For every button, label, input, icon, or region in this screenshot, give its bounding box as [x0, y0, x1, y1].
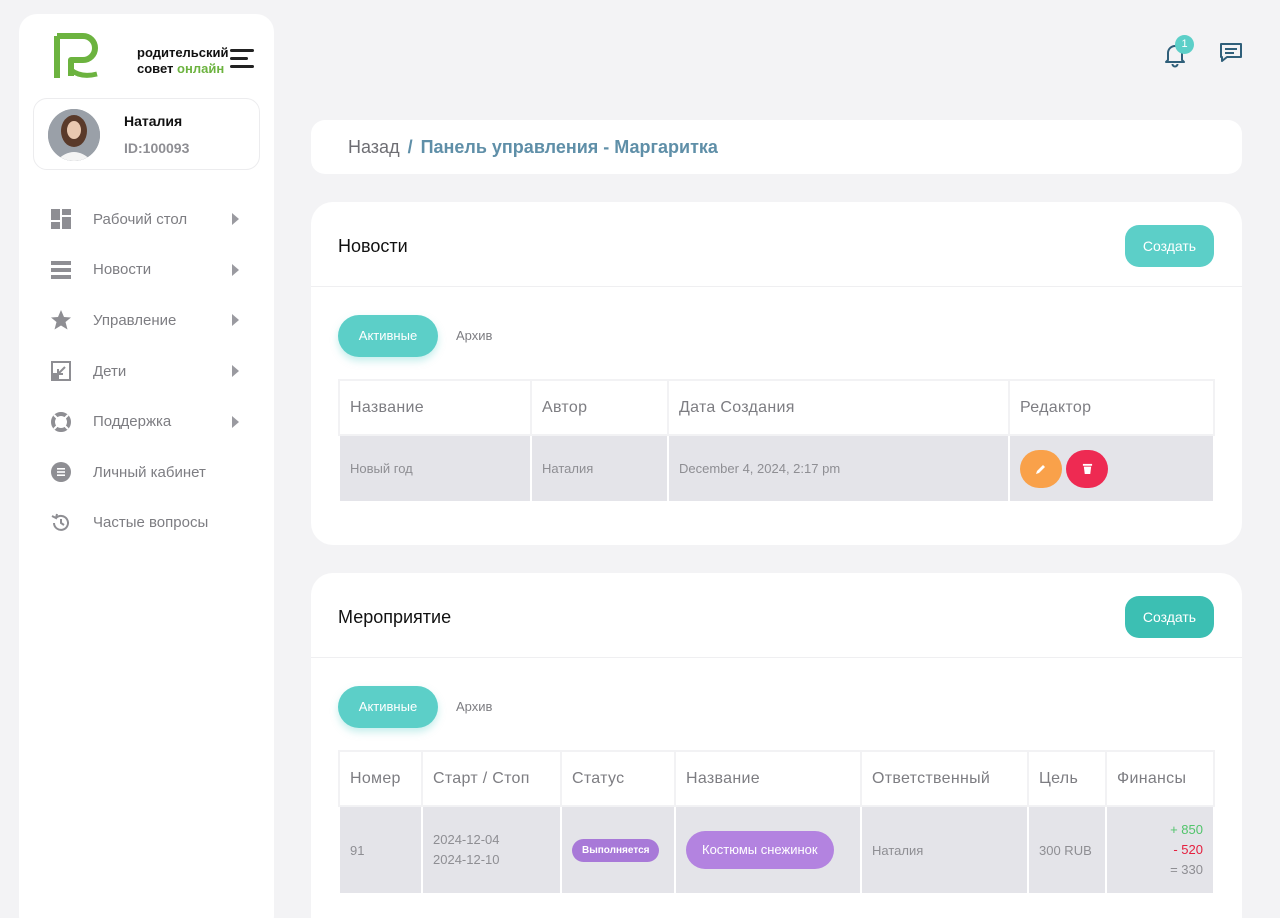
events-card: Мероприятие Создать Активные Архив Номер… — [311, 573, 1242, 918]
column-header: Старт / Стоп — [421, 750, 562, 807]
table-header-row: Название Автор Дата Создания Редактор — [338, 379, 1215, 436]
column-header: Статус — [560, 750, 676, 807]
dashboard-icon — [51, 209, 71, 230]
sidebar-item-dashboard[interactable]: Рабочий стол — [19, 194, 274, 245]
finance-expense: - 520 — [1173, 842, 1203, 857]
event-number-cell: 91 — [338, 805, 423, 895]
user-name: Наталия — [124, 113, 183, 129]
column-header: Номер — [338, 750, 423, 807]
edit-button[interactable] — [1020, 449, 1062, 488]
sidebar-item-label: Личный кабинет — [93, 463, 206, 481]
chat-icon[interactable] — [1218, 40, 1244, 66]
sidebar-item-children[interactable]: Дети — [19, 346, 274, 397]
pencil-icon — [1036, 464, 1045, 474]
trash-icon — [1082, 463, 1093, 474]
event-stop-date: 2024-12-10 — [433, 852, 500, 867]
news-card-header: Новости Создать — [311, 202, 1242, 287]
tab-active[interactable]: Активные — [338, 315, 438, 357]
event-dates-cell: 2024-12-04 2024-12-10 — [421, 805, 562, 895]
menu-toggle-icon[interactable] — [230, 49, 256, 71]
star-icon — [51, 310, 71, 330]
brand-name: родительский совет онлайн — [137, 45, 229, 76]
column-header: Автор — [530, 379, 669, 436]
column-header: Название — [674, 750, 862, 807]
column-header: Редактор — [1008, 379, 1215, 436]
user-id: ID:100093 — [124, 140, 190, 156]
sidebar-item-label: Поддержка — [93, 413, 172, 431]
news-editor-cell — [1008, 434, 1215, 503]
sidebar-item-label: Управление — [93, 311, 177, 329]
news-author-cell: Наталия — [530, 434, 669, 503]
status-badge: Выполняется — [572, 838, 660, 862]
table-row: Новый год Наталия December 4, 2024, 2:17… — [338, 434, 1215, 503]
breadcrumb-current: Панель управления - Маргаритка — [420, 136, 718, 157]
tab-active[interactable]: Активные — [338, 686, 438, 728]
breadcrumb-separator: / — [407, 136, 413, 157]
news-title: Новости — [338, 236, 408, 256]
sidebar-item-label: Дети — [93, 362, 127, 380]
column-header: Ответственный — [860, 750, 1029, 807]
news-date-cell: December 4, 2024, 2:17 pm — [667, 434, 1010, 503]
events-table: Номер Старт / Стоп Статус Название Ответ… — [338, 750, 1215, 895]
table-header-row: Номер Старт / Стоп Статус Название Ответ… — [338, 750, 1215, 807]
notification-badge: 1 — [1175, 35, 1194, 54]
back-link[interactable]: Назад — [348, 137, 400, 158]
document-icon — [51, 462, 71, 483]
sidebar-nav: Рабочий стол Новости Управление Дети Под… — [19, 194, 274, 548]
table-row: 91 2024-12-04 2024-12-10 Выполняется Кос… — [338, 805, 1215, 895]
column-header: Цель — [1027, 750, 1107, 807]
chevron-right-icon — [232, 415, 239, 428]
breadcrumb: Назад / Панель управления - Маргаритка — [311, 120, 1242, 174]
column-header: Дата Создания — [667, 379, 1010, 436]
column-header: Финансы — [1105, 750, 1215, 807]
events-card-header: Мероприятие Создать — [311, 573, 1242, 658]
sidebar-item-label: Новости — [93, 261, 152, 279]
create-event-button[interactable]: Создать — [1125, 596, 1214, 638]
user-card[interactable]: Наталия ID:100093 — [33, 98, 260, 170]
event-finance-cell: + 850 - 520 = 330 — [1105, 805, 1215, 895]
sidebar: родительский совет онлайн Наталия ID:100… — [19, 14, 274, 918]
tab-archive[interactable]: Архив — [456, 699, 492, 714]
sidebar-item-management[interactable]: Управление — [19, 295, 274, 346]
list-icon — [51, 260, 71, 279]
event-status-cell: Выполняется — [560, 805, 676, 895]
event-goal-cell: 300 RUB — [1027, 805, 1107, 895]
event-name-cell: Костюмы снежинок — [674, 805, 862, 895]
sidebar-item-news[interactable]: Новости — [19, 245, 274, 296]
sidebar-item-faq[interactable]: Частые вопросы — [19, 498, 274, 549]
finance-total: = 330 — [1170, 862, 1203, 877]
sidebar-item-label: Рабочий стол — [93, 210, 188, 228]
events-title: Мероприятие — [338, 607, 452, 627]
news-name-cell: Новый год — [338, 434, 532, 503]
tab-archive[interactable]: Архив — [456, 328, 492, 343]
avatar — [48, 109, 100, 161]
event-name-button[interactable]: Костюмы снежинок — [686, 831, 834, 869]
sidebar-item-label: Частые вопросы — [93, 514, 209, 532]
chevron-right-icon — [232, 263, 239, 276]
collapse-icon — [51, 361, 71, 382]
event-start-date: 2024-12-04 — [433, 832, 500, 847]
chevron-right-icon — [232, 314, 239, 327]
lifebuoy-icon — [51, 411, 71, 432]
news-card: Новости Создать Активные Архив Название … — [311, 202, 1242, 545]
news-table: Название Автор Дата Создания Редактор Но… — [338, 379, 1215, 503]
logo-icon[interactable] — [53, 32, 101, 80]
chevron-right-icon — [232, 365, 239, 378]
create-news-button[interactable]: Создать — [1125, 225, 1214, 267]
sidebar-item-support[interactable]: Поддержка — [19, 396, 274, 447]
history-icon — [51, 513, 69, 531]
sidebar-item-account[interactable]: Личный кабинет — [19, 447, 274, 498]
chevron-right-icon — [232, 213, 239, 226]
finance-income: + 850 — [1170, 822, 1203, 837]
column-header: Название — [338, 379, 532, 436]
event-responsible-cell: Наталия — [860, 805, 1029, 895]
delete-button[interactable] — [1066, 449, 1108, 488]
